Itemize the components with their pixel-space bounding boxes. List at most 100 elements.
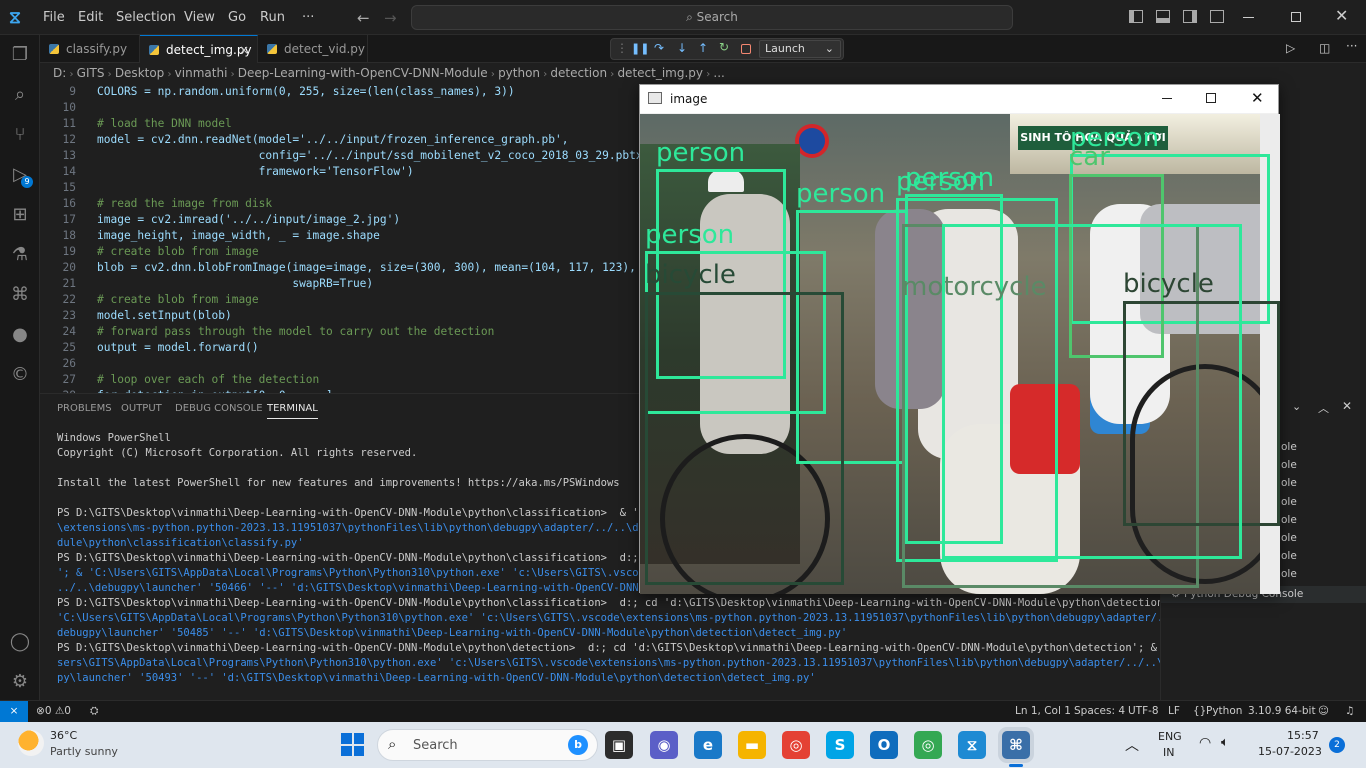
terminal-list-item[interactable]: ole [1281, 477, 1297, 489]
tab-close-icon[interactable]: × [239, 36, 249, 64]
tab-detect-img[interactable]: detect_img.py × [140, 35, 258, 63]
tab-problems[interactable]: PROBLEMS [57, 403, 112, 414]
search-icon[interactable]: ⌕ [8, 83, 32, 107]
toggle-secondary-sidebar-icon[interactable] [1183, 10, 1197, 23]
breadcrumb-item[interactable]: python [498, 66, 540, 80]
outlook-icon[interactable]: O [870, 731, 898, 759]
menu-edit[interactable]: Edit [78, 0, 103, 35]
back-arrow-icon[interactable]: ← [357, 9, 370, 27]
breadcrumb-item[interactable]: Deep-Learning-with-OpenCV-DNN-Module [238, 66, 488, 80]
terminal-list-item[interactable]: ole [1281, 496, 1297, 508]
restore-icon[interactable] [1291, 12, 1301, 22]
breadcrumb-item[interactable]: GITS [77, 66, 105, 80]
file-explorer-icon[interactable]: ▬ [738, 731, 766, 759]
indentation[interactable]: Spaces: 4 [1074, 705, 1125, 717]
breadcrumb-item[interactable]: detect_img.py [617, 66, 703, 80]
minimize-icon[interactable] [1243, 17, 1254, 18]
chrome-profile-icon[interactable]: ◎ [914, 731, 942, 759]
copilot-icon[interactable]: © [8, 363, 32, 387]
volume-mute-icon[interactable]: 🔈︎ [1221, 735, 1229, 750]
source-control-icon[interactable]: ⑂ [8, 123, 32, 147]
feedback-icon[interactable]: ☺ [1318, 705, 1329, 717]
notification-badge[interactable]: 2 [1329, 737, 1345, 753]
tab-detect-vid[interactable]: detect_vid.py [258, 35, 368, 63]
close-icon[interactable]: ✕ [1251, 89, 1264, 107]
step-into-icon[interactable]: ↓ [677, 41, 687, 55]
launch-config-select[interactable]: Launch ⌄ [759, 40, 841, 58]
breadcrumb-item[interactable]: detection [550, 66, 607, 80]
github-icon[interactable]: ● [8, 323, 32, 347]
weather-icon[interactable] [18, 730, 44, 756]
terminal-list-item[interactable]: ole [1281, 550, 1297, 562]
task-view-icon[interactable]: ▣ [605, 731, 633, 759]
python-icon[interactable]: ⌘ [8, 283, 32, 307]
wifi-icon[interactable]: ◠ [1199, 735, 1211, 751]
debug-launch-icon[interactable]: ⛭ [90, 705, 98, 718]
terminal-list-item[interactable]: ole [1281, 441, 1297, 453]
terminal-list-item[interactable]: ole [1281, 532, 1297, 544]
tab-debug-console[interactable]: DEBUG CONSOLE [175, 403, 263, 414]
breadcrumb-item[interactable]: ... [713, 66, 724, 80]
toggle-sidebar-icon[interactable] [1129, 10, 1143, 23]
chevron-up-icon[interactable]: ︿ [1125, 735, 1139, 755]
language-indicator[interactable]: ENG [1158, 730, 1182, 743]
step-over-icon[interactable]: ↷ [654, 41, 664, 55]
terminal-list-item[interactable]: ole [1281, 568, 1297, 580]
command-search[interactable]: ⌕ Search [411, 5, 1013, 30]
menu-view[interactable]: View [184, 0, 215, 35]
terminal-list-item[interactable]: ole [1281, 514, 1297, 526]
breadcrumb-item[interactable]: vinmathi [175, 66, 228, 80]
stop-icon[interactable] [741, 44, 751, 54]
chrome-icon[interactable]: ◎ [782, 731, 810, 759]
pause-icon[interactable]: ❚❚ [631, 42, 649, 55]
edge-icon[interactable]: e [694, 731, 722, 759]
vscode-taskbar-icon[interactable]: ⧖ [958, 731, 986, 759]
extensions-icon[interactable]: ⊞ [8, 203, 32, 227]
image-window-titlebar[interactable]: image ✕ [640, 85, 1278, 113]
start-windows-icon[interactable] [341, 733, 364, 756]
maximize-icon[interactable] [1206, 93, 1216, 103]
problems-status[interactable]: ⊗0 ⚠0 [36, 705, 71, 717]
tab-classify[interactable]: classify.py [40, 35, 140, 63]
step-out-icon[interactable]: ↑ [698, 41, 708, 55]
account-icon[interactable]: ◯ [8, 630, 32, 654]
more-actions-icon[interactable]: ··· [1346, 39, 1357, 53]
breadcrumb-item[interactable]: Desktop [115, 66, 165, 80]
chevron-down-icon[interactable]: ⌄ [1292, 400, 1301, 413]
run-python-icon[interactable]: ▷ [1286, 41, 1295, 55]
settings-gear-icon[interactable]: ⚙ [8, 670, 32, 694]
menu-go[interactable]: Go [228, 0, 246, 35]
encoding[interactable]: UTF-8 [1128, 705, 1159, 717]
close-icon[interactable]: ✕ [1335, 6, 1348, 25]
python-interpreter[interactable]: 3.10.9 64-bit [1248, 705, 1316, 717]
terminal-list-item[interactable]: ole [1281, 459, 1297, 471]
toggle-panel-icon[interactable] [1156, 10, 1170, 23]
clock-time[interactable]: 15:57 [1287, 729, 1319, 742]
language-mode[interactable]: Python [1206, 705, 1242, 717]
customize-layout-icon[interactable] [1210, 10, 1224, 23]
menu-more[interactable]: ··· [302, 0, 314, 35]
code-editor[interactable]: 9 COLORS = np.random.uniform(0, 255, size… [40, 83, 640, 393]
drag-handle-icon[interactable]: ⋮ [616, 41, 628, 55]
python-app-icon[interactable]: ⌘ [1002, 731, 1030, 759]
close-panel-icon[interactable]: ✕ [1342, 399, 1352, 413]
teams-icon[interactable]: ◉ [650, 731, 678, 759]
menu-selection[interactable]: Selection [116, 0, 176, 35]
line-ending[interactable]: LF [1168, 705, 1180, 717]
restart-icon[interactable]: ↻ [719, 40, 729, 54]
notifications-icon[interactable]: ♫ [1345, 705, 1354, 717]
cursor-position[interactable]: Ln 1, Col 1 [1015, 705, 1071, 717]
menu-run[interactable]: Run [260, 0, 285, 35]
forward-arrow-icon[interactable]: → [384, 9, 397, 27]
maximize-panel-icon[interactable]: ︿ [1318, 400, 1329, 416]
split-editor-icon[interactable]: ◫ [1319, 41, 1330, 55]
tab-terminal[interactable]: TERMINAL [267, 403, 318, 419]
skype-icon[interactable]: S [826, 731, 854, 759]
clock-date[interactable]: 15-07-2023 [1258, 745, 1322, 758]
testing-icon[interactable]: ⚗ [8, 243, 32, 267]
remote-indicator[interactable]: ⨯ [0, 701, 28, 723]
taskbar-search[interactable]: ⌕ Search b [377, 729, 598, 761]
menu-file[interactable]: File [43, 0, 65, 35]
tab-output[interactable]: OUTPUT [121, 403, 162, 414]
explorer-icon[interactable]: ❐ [8, 43, 32, 67]
